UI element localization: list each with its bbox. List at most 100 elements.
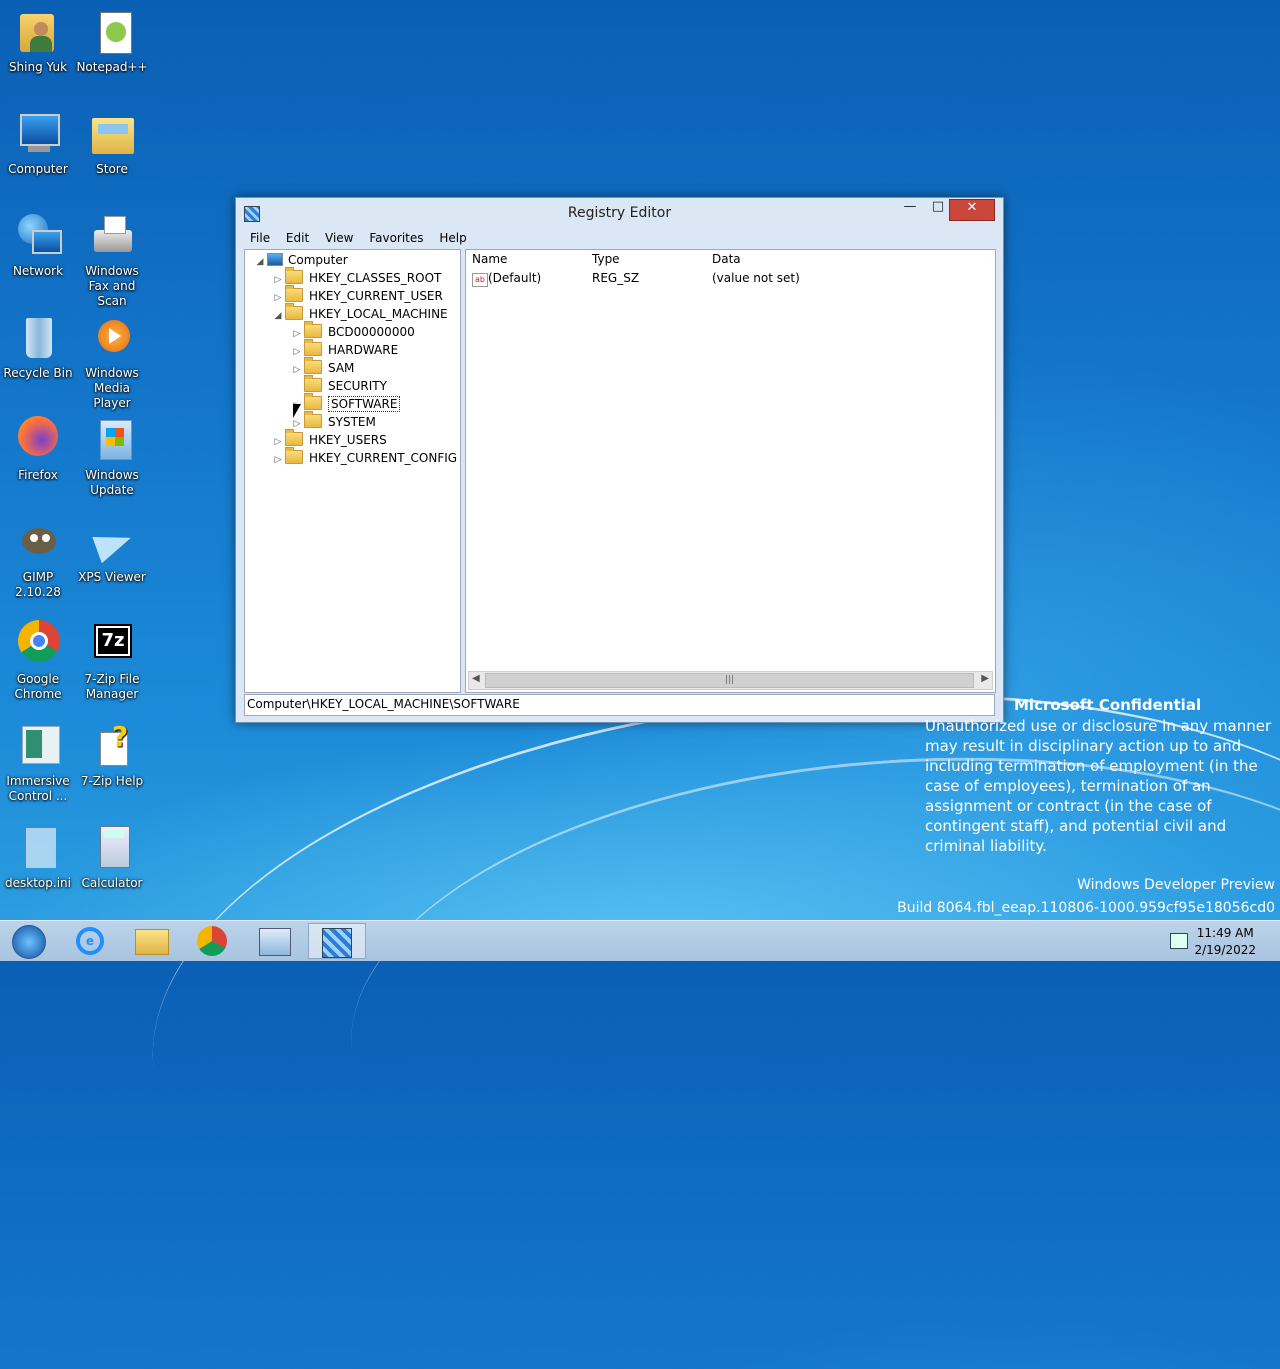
mouse-cursor-icon (293, 404, 301, 418)
menu-edit[interactable]: Edit (280, 228, 315, 248)
desktop-icon-firefox[interactable]: Firefox (0, 416, 76, 483)
desktop-icon-label: Store (96, 162, 128, 176)
taskbar-chrome-button[interactable] (184, 923, 242, 959)
windows-start-icon (12, 925, 46, 959)
menu-favorites[interactable]: Favorites (363, 228, 429, 248)
folder-icon (304, 375, 322, 392)
notepadpp-icon (88, 8, 136, 56)
desktop-icon-store[interactable]: Store (74, 110, 150, 177)
tree-node-sam[interactable]: ▷ SAM (290, 357, 354, 377)
horizontal-scrollbar[interactable]: ◀ ||| ▶ (468, 671, 993, 690)
clock-time: 11:49 AM (1196, 926, 1254, 940)
desktop-icon-label: desktop.ini (5, 876, 71, 890)
menu-help[interactable]: Help (433, 228, 472, 248)
tree-node-label: HKEY_CLASSES_ROOT (309, 271, 442, 285)
folder-icon (285, 267, 303, 284)
taskbar-control-button[interactable] (246, 923, 304, 959)
value-type: REG_SZ (592, 271, 640, 285)
desktop-icon-desktop-ini[interactable]: desktop.ini (0, 824, 76, 891)
folder-icon (285, 429, 303, 446)
desktop-icon-label: Recycle Bin (3, 366, 73, 380)
tree-node-system[interactable]: ▷ SYSTEM (290, 411, 376, 431)
maximize-button[interactable]: □ (925, 199, 951, 219)
desktop-icon-label: GIMP 2.10.28 (15, 570, 61, 599)
column-header-type[interactable]: Type (592, 252, 620, 266)
desktop-icon-network[interactable]: Network (0, 212, 76, 279)
taskbar-ie-button[interactable]: e (62, 923, 120, 959)
build-label: Build 8064.fbl_eeap.110806-1000.959cf95e… (897, 900, 1275, 916)
tree-node-hklm[interactable]: ◢ HKEY_LOCAL_MACHINE (271, 303, 448, 325)
clock-date: 2/19/2022 (1194, 943, 1256, 957)
desktop-icon-chrome[interactable]: Google Chrome (0, 620, 76, 702)
desktop-icon-recycle-bin[interactable]: Recycle Bin (0, 314, 76, 381)
registry-editor-window[interactable]: Registry Editor — □ ✕ File Edit View Fav… (235, 197, 1004, 723)
collapse-icon[interactable]: ◢ (271, 307, 285, 325)
desktop-icon-shing-yuk[interactable]: Shing Yuk (0, 8, 76, 75)
menu-view[interactable]: View (319, 228, 359, 248)
clock[interactable]: 11:49 AM 2/19/2022 (1194, 925, 1256, 959)
tree-node-hkcu[interactable]: ▷ HKEY_CURRENT_USER (271, 285, 443, 305)
store-folder-icon (88, 110, 136, 158)
start-button[interactable] (2, 923, 54, 959)
folder-icon (285, 285, 303, 302)
chrome-icon (197, 926, 227, 956)
confidential-title: Microsoft Confidential (1014, 696, 1202, 714)
desktop-icon-7zip-help[interactable]: ? 7-Zip Help (74, 722, 150, 789)
network-icon (14, 212, 62, 260)
desktop-icon-immersive-control[interactable]: Immersive Control ... (0, 722, 76, 804)
scroll-left-icon[interactable]: ◀ (472, 673, 480, 684)
desktop-icon-label: Computer (8, 162, 68, 176)
tree-node-label: BCD00000000 (328, 325, 415, 339)
tree-node-label-selected: SOFTWARE (328, 396, 401, 412)
folder-icon (304, 411, 322, 428)
tree-node-label: Computer (288, 253, 348, 267)
desktop-icon-label: Immersive Control ... (6, 774, 70, 803)
tree-node-label: HKEY_CURRENT_CONFIG (309, 451, 458, 465)
desktop-icon-label: Google Chrome (14, 672, 62, 701)
desktop-icon-windows-update[interactable]: Windows Update (74, 416, 150, 498)
menu-bar: File Edit View Favorites Help (244, 228, 995, 248)
firefox-icon (14, 416, 62, 464)
menu-file[interactable]: File (244, 228, 276, 248)
tree-node-hkcc[interactable]: ▷ HKEY_CURRENT_CONFIG (271, 447, 458, 469)
desktop-icon-fax[interactable]: Windows Fax and Scan (74, 212, 150, 309)
desktop-icon-media-player[interactable]: Windows Media Player (74, 314, 150, 411)
column-header-data[interactable]: Data (712, 252, 741, 266)
desktop-icon-label: 7-Zip Help (80, 774, 144, 788)
network-tray-icon[interactable] (1170, 933, 1188, 949)
desktop-icon-gimp[interactable]: GIMP 2.10.28 (0, 518, 76, 600)
scroll-thumb[interactable]: ||| (485, 673, 974, 688)
folder-icon (304, 393, 322, 410)
folder-icon (304, 339, 322, 356)
scroll-right-icon[interactable]: ▶ (981, 673, 989, 684)
desktop-icon-label: Windows Update (85, 468, 139, 497)
recycle-bin-icon (14, 314, 62, 362)
values-list[interactable]: Name Type Data ab (Default) REG_SZ (valu… (465, 249, 996, 693)
desktop-icon-calculator[interactable]: Calculator (74, 824, 150, 891)
minimize-button[interactable]: — (897, 199, 923, 219)
tree-node-label: HKEY_CURRENT_USER (309, 289, 443, 303)
regedit-icon (322, 928, 352, 958)
desktop-icon-xps-viewer[interactable]: XPS Viewer (74, 518, 150, 585)
taskbar-explorer-button[interactable] (122, 923, 180, 959)
string-value-icon: ab (472, 271, 488, 287)
registry-tree[interactable]: ◢ Computer ▷ HKEY_CLASSES_ROOT ▷ HKEY_CURRE… (244, 249, 461, 693)
minimize-icon: — (903, 199, 917, 214)
desktop-icon-computer[interactable]: Computer (0, 110, 76, 177)
collapse-icon[interactable]: ◢ (253, 253, 267, 271)
title-bar[interactable]: Registry Editor — □ ✕ (236, 198, 1003, 228)
media-player-icon (88, 314, 136, 362)
desktop-icon-label: Calculator (81, 876, 143, 890)
desktop-icon-7zip[interactable]: 7z 7-Zip File Manager (74, 620, 150, 702)
internet-explorer-icon: e (76, 927, 104, 955)
tree-node-computer[interactable]: ◢ Computer (253, 251, 348, 269)
desktop-icon-label: Network (12, 264, 64, 278)
desktop-icon-notepadpp[interactable]: Notepad++ (74, 8, 150, 75)
taskbar-regedit-button[interactable] (308, 923, 366, 959)
tree-node-hkcr[interactable]: ▷ HKEY_CLASSES_ROOT (271, 267, 442, 287)
column-header-name[interactable]: Name (472, 252, 507, 266)
confidential-body: Unauthorized use or disclosure in any ma… (925, 717, 1272, 855)
close-button[interactable]: ✕ (949, 199, 995, 221)
folder-icon (285, 303, 303, 320)
expand-icon[interactable]: ▷ (271, 451, 285, 469)
